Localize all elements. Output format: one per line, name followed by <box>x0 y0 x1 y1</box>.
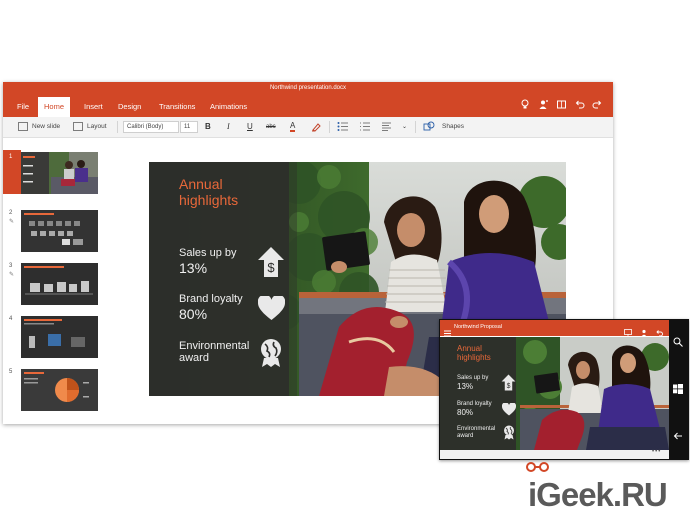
bullets-icon[interactable] <box>337 121 348 136</box>
globe-award-icon <box>259 338 283 373</box>
bold-button[interactable]: B <box>205 121 211 133</box>
tablet-screen: Northwind Proposal Annual highlights Sal… <box>440 320 669 459</box>
undo-icon[interactable] <box>573 99 585 111</box>
slide-item-value: 13% <box>457 382 474 391</box>
tab-file[interactable]: File <box>11 97 35 117</box>
heart-icon <box>257 294 286 326</box>
slide-heading-line2: highlights <box>179 192 239 208</box>
slide-heading[interactable]: Annual highlights <box>179 176 238 208</box>
tab-transitions[interactable]: Transitions <box>153 97 201 117</box>
dollar-sign-icon: $ <box>501 374 516 396</box>
slide-item-label: Sales up by <box>179 247 237 259</box>
tablet-slide-heading-line1: Annual <box>457 344 482 353</box>
title-bar-icons <box>519 99 603 111</box>
ribbon-divider <box>117 121 118 133</box>
share-person-icon[interactable] <box>537 99 549 111</box>
ribbon-toolbar: New slide Layout Calibri (Body) 11 B I U… <box>3 117 613 138</box>
slide-thumbnail-3[interactable] <box>21 263 98 305</box>
font-color-button[interactable]: A <box>290 121 296 132</box>
tablet-slide-item-award: Environmental award <box>457 426 495 440</box>
tablet-app-bar <box>440 450 669 459</box>
slide-item-value: 13% <box>179 260 208 276</box>
layout-button[interactable]: Layout <box>87 117 107 137</box>
tablet-slide-heading-line2: highlights <box>457 353 491 362</box>
slide-thumbnail-1[interactable] <box>21 152 98 194</box>
document-title: Northwind presentation.docx <box>269 85 347 91</box>
numbering-icon[interactable] <box>359 121 370 136</box>
slide-heading-line1: Annual <box>179 176 223 192</box>
new-slide-button[interactable]: New slide <box>32 117 60 137</box>
italic-button[interactable]: I <box>227 121 230 133</box>
underline-button[interactable]: U <box>247 121 253 133</box>
back-arrow-icon[interactable] <box>673 431 683 444</box>
tablet-document-title: Northwind Proposal <box>454 324 502 330</box>
tab-home[interactable]: Home <box>38 97 71 117</box>
layout-icon <box>73 122 83 131</box>
svg-text:$: $ <box>267 260 275 275</box>
tab-design[interactable]: Design <box>112 97 147 117</box>
slide-item-label: Environmental <box>457 426 496 432</box>
slide-item-value: 80% <box>179 306 208 322</box>
slide-item-label: award <box>457 433 474 439</box>
slide-item-label: Sales up by <box>457 375 489 381</box>
slide-thumbnail-pane: 1 2 ✎ 3 ✎ 4 5 <box>3 138 106 424</box>
slide-thumbnail-5[interactable] <box>21 369 98 411</box>
tablet-device: Northwind Proposal Annual highlights Sal… <box>439 319 689 460</box>
highlighter-icon[interactable] <box>311 121 322 136</box>
thumb-number: 3 <box>9 263 13 269</box>
shapes-icon <box>423 121 435 136</box>
font-size-select[interactable]: 11 <box>180 121 198 133</box>
slide-item-value: 80% <box>457 408 474 417</box>
slide-thumbnail-2[interactable] <box>21 210 98 252</box>
slide-item-label: Brand loyalty <box>457 401 492 407</box>
thumb-number: 1 <box>9 154 13 160</box>
globe-award-icon <box>503 425 515 445</box>
thumb-number: 4 <box>9 316 13 322</box>
book-icon[interactable] <box>555 99 567 111</box>
redo-icon[interactable] <box>591 99 603 111</box>
heart-icon <box>501 402 517 421</box>
shapes-button[interactable]: Shapes <box>442 117 464 137</box>
tablet-slide-canvas[interactable]: Annual highlights Sales up by 13% $ Bran… <box>440 337 669 450</box>
search-icon[interactable] <box>673 337 683 350</box>
tablet-slide-heading: Annual highlights <box>457 344 491 362</box>
slide-item-label: award <box>179 352 209 364</box>
tab-insert[interactable]: Insert <box>78 97 109 117</box>
font-family-select[interactable]: Calibri (Body) <box>123 121 179 133</box>
ribbon-divider <box>329 121 330 133</box>
thumb-number: 5 <box>9 369 13 375</box>
more-options-button[interactable]: ••• <box>652 449 661 455</box>
slide-item-label: Brand loyalty <box>179 293 243 305</box>
notes-icon: ✎ <box>9 272 15 278</box>
tab-animations[interactable]: Animations <box>204 97 253 117</box>
dollar-sign-icon: $ <box>257 246 285 283</box>
new-slide-icon <box>18 122 28 131</box>
windows-start-icon[interactable] <box>673 384 683 397</box>
strikethrough-button[interactable]: abc <box>266 121 276 133</box>
notes-icon: ✎ <box>9 219 15 225</box>
slide-item-label: Environmental <box>179 340 250 352</box>
slide-thumbnail-4[interactable] <box>21 316 98 358</box>
thumb-number: 2 <box>9 210 13 216</box>
svg-text:$: $ <box>507 383 511 390</box>
chevron-down-icon[interactable]: ⌄ <box>402 121 407 133</box>
tablet-slide-item-sales: Sales up by 13% <box>457 375 488 391</box>
slide-item-loyalty[interactable]: Brand loyalty 80% <box>179 293 243 322</box>
ribbon-divider <box>415 121 416 133</box>
slide-item-award[interactable]: Environmental award <box>179 340 249 364</box>
slide-item-sales[interactable]: Sales up by 13% <box>179 247 236 276</box>
align-icon[interactable] <box>381 121 392 136</box>
watermark-text: iGeek.RU <box>528 476 668 513</box>
tablet-slide-item-loyalty: Brand loyalty 80% <box>457 401 492 417</box>
lightbulb-icon[interactable] <box>519 99 531 111</box>
